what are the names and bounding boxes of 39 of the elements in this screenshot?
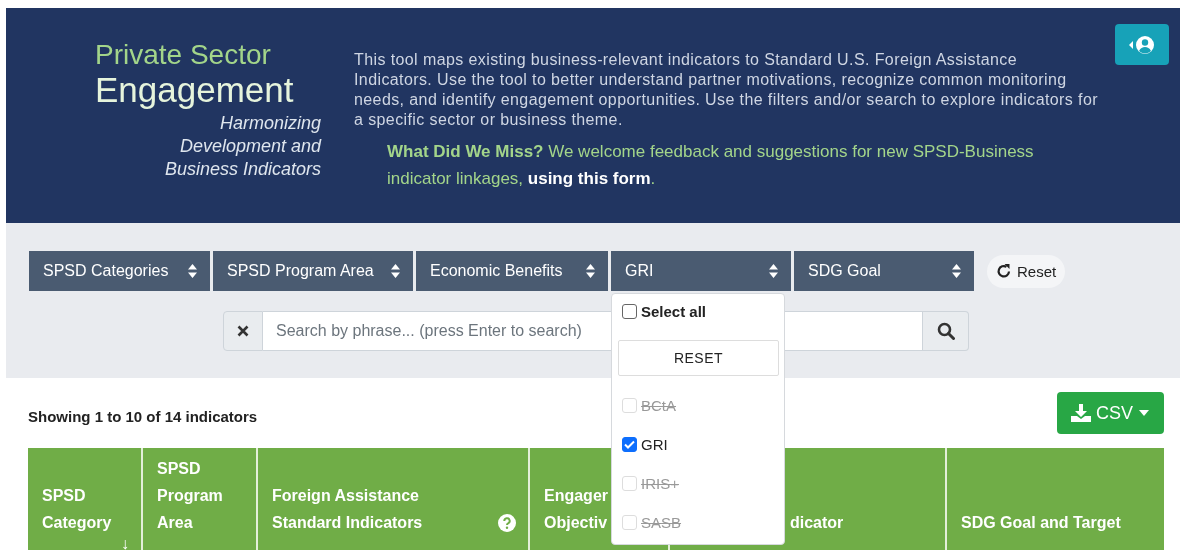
feedback-text: What Did We Miss? We welcome feedback and suggestions for new SPSD-Business indicator linkages, using this form. <box>387 141 1035 190</box>
filter-dropdown[interactable]: SPSD Categories <box>29 251 210 291</box>
description-text: This tool maps existing business-relevant indicators to Standard U.S. Foreign Assistance Indicators. Use the tool to better understand partner motivations, recognize common monitoring needs, and identify engagement opportunities. Use the filters and/or search to explore indicators for a specific sector or business theme. <box>354 50 1099 130</box>
results-count: Showing 1 to 10 of 14 indicators <box>28 407 258 425</box>
help-icon[interactable] <box>498 514 516 532</box>
sort-icon <box>391 264 400 278</box>
checkbox-option[interactable]: GRI <box>622 433 778 455</box>
clear-search-button[interactable] <box>223 311 263 351</box>
search-icon <box>936 322 955 340</box>
user-icon <box>1128 34 1156 55</box>
sort-icon <box>952 264 961 278</box>
reset-button[interactable]: Reset <box>987 254 1066 288</box>
filter-dropdown[interactable]: SPSD Program Area <box>213 251 413 291</box>
column-header[interactable]: SDG Goal and Target <box>961 509 1121 536</box>
refresh-icon <box>996 263 1012 279</box>
column-header[interactable]: SPSD Category <box>42 482 129 536</box>
filter-dropdown[interactable]: SDG Goal <box>794 251 974 291</box>
form-link[interactable]: using this form <box>527 169 651 188</box>
column-header[interactable]: Foreign Assistance Standard Indicators <box>272 482 488 536</box>
caret-icon <box>1138 409 1150 417</box>
filter-dropdown[interactable]: Economic Benefits <box>416 251 608 291</box>
column-header[interactable]: SPSD Program Area <box>157 455 244 536</box>
download-icon <box>1071 404 1091 422</box>
site-title: Engagement <box>95 70 295 110</box>
user-menu-button[interactable] <box>1115 24 1169 65</box>
sort-icon <box>586 264 595 278</box>
filter-dropdown[interactable]: GRI <box>611 251 791 291</box>
column-header[interactable]: dicator <box>790 509 844 536</box>
checkbox[interactable] <box>622 303 637 319</box>
sort-indicator[interactable]: ↓ <box>121 536 129 550</box>
close-icon <box>237 325 249 337</box>
search-button[interactable] <box>923 311 969 351</box>
reset-button[interactable]: RESET <box>618 340 779 376</box>
csv-export-button[interactable]: CSV <box>1057 392 1164 434</box>
sort-icon <box>188 264 197 278</box>
site-subtitle: Harmonizing Development and Business Indicators <box>163 112 321 181</box>
site-title: Private Sector <box>95 40 272 70</box>
checkbox[interactable] <box>622 436 637 452</box>
sort-icon <box>769 264 778 278</box>
